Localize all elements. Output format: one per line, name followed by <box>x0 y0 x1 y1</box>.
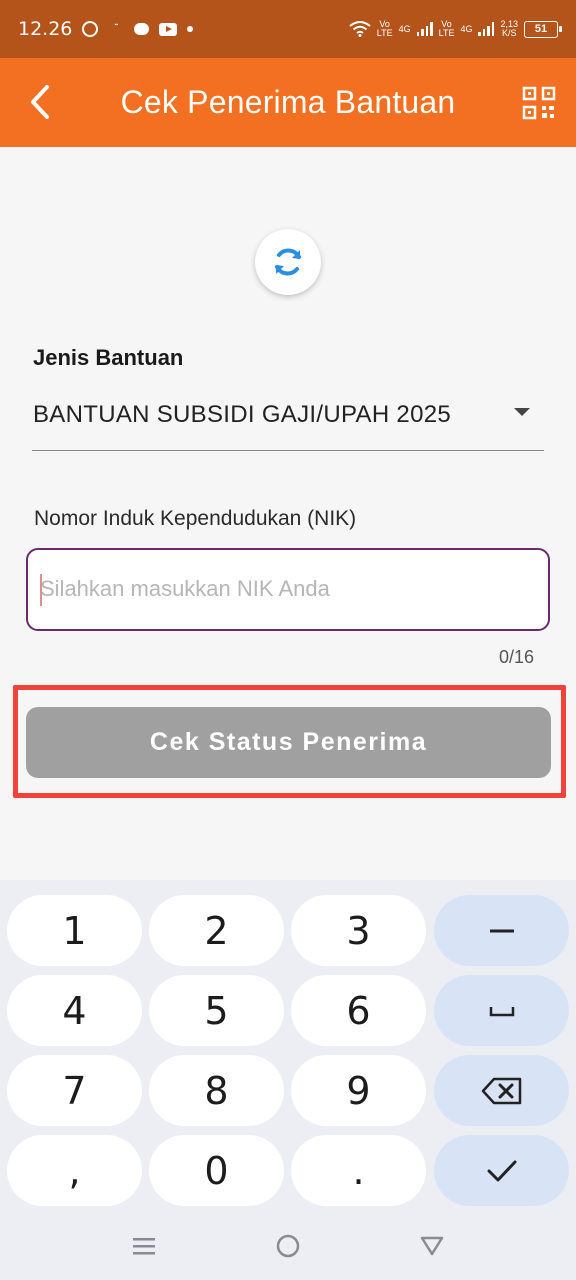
youtube-icon <box>159 22 178 36</box>
key-6[interactable]: 6 <box>291 975 426 1046</box>
dropdown-arrow-icon <box>514 408 530 416</box>
nik-field-container[interactable] <box>26 548 550 631</box>
signal-bars-1-icon <box>416 22 433 36</box>
page-title: Cek Penerima Bantuan <box>120 84 456 120</box>
system-navigation-bar <box>0 1210 576 1280</box>
checkmark-icon <box>487 1160 516 1181</box>
chevron-left-icon <box>31 85 49 119</box>
network-type-1: 4G <box>398 24 411 34</box>
back-button[interactable] <box>20 82 60 122</box>
jenis-bantuan-selected-value: BANTUAN SUBSIDI GAJI/UPAH 2025 <box>33 401 452 428</box>
key-1[interactable]: 1 <box>7 895 142 966</box>
chat-icon <box>134 23 150 35</box>
form-content: Jenis Bantuan BANTUAN SUBSIDI GAJI/UPAH … <box>0 147 576 880</box>
minus-icon <box>489 929 514 932</box>
key-minus[interactable] <box>434 895 569 966</box>
key-3[interactable]: 3 <box>291 895 426 966</box>
volte-label-2: Vo LTE <box>438 19 455 38</box>
app-bar: Cek Penerima Bantuan <box>0 58 576 147</box>
key-7[interactable]: 7 <box>7 1055 142 1126</box>
signal-bars-2-icon <box>478 22 495 36</box>
qr-code-icon <box>522 86 556 120</box>
home-icon <box>276 1234 300 1258</box>
wifi-icon <box>349 21 371 37</box>
battery-icon: 51 <box>524 20 562 38</box>
back-nav-button[interactable] <box>418 1232 446 1260</box>
key-comma[interactable]: , <box>7 1135 142 1206</box>
refresh-icon <box>275 248 301 276</box>
space-icon <box>489 1006 514 1016</box>
notification-app-icon: ▪▪ <box>114 22 119 28</box>
jenis-bantuan-label: Jenis Bantuan <box>33 345 184 370</box>
text-cursor <box>40 574 42 606</box>
key-backspace[interactable] <box>434 1055 569 1126</box>
jenis-bantuan-dropdown[interactable]: BANTUAN SUBSIDI GAJI/UPAH 2025 <box>32 389 544 451</box>
qr-scan-button[interactable] <box>522 86 556 120</box>
home-button[interactable] <box>274 1232 302 1260</box>
network-type-2: 4G <box>460 24 473 34</box>
character-counter: 0/16 <box>498 647 534 667</box>
recent-apps-button[interactable] <box>130 1232 158 1260</box>
key-9[interactable]: 9 <box>291 1055 426 1126</box>
back-triangle-icon <box>420 1236 444 1256</box>
network-speed: 2,13 K/S <box>500 19 518 38</box>
nik-input[interactable] <box>40 550 536 628</box>
status-time: 12.26 <box>18 18 73 40</box>
nik-label: Nomor Induk Kependudukan (NIK) <box>34 507 357 530</box>
backspace-icon <box>481 1077 521 1104</box>
more-notifications-dot-icon <box>187 26 194 32</box>
key-8[interactable]: 8 <box>149 1055 284 1126</box>
whatsapp-icon <box>82 21 99 37</box>
key-0[interactable]: 0 <box>149 1135 284 1206</box>
key-4[interactable]: 4 <box>7 975 142 1046</box>
menu-icon <box>133 1238 155 1255</box>
key-done[interactable] <box>434 1135 569 1206</box>
key-2[interactable]: 2 <box>149 895 284 966</box>
key-space[interactable] <box>434 975 569 1046</box>
key-period[interactable]: . <box>291 1135 426 1206</box>
refresh-button[interactable] <box>255 229 321 295</box>
key-5[interactable]: 5 <box>149 975 284 1046</box>
volte-label-1: Vo LTE <box>376 19 393 38</box>
status-bar: 12.26 ▪▪ Vo LTE 4G Vo LTE 4G 2,13 K/S 51 <box>0 0 576 58</box>
cek-status-button[interactable]: Cek Status Penerima <box>26 707 551 778</box>
